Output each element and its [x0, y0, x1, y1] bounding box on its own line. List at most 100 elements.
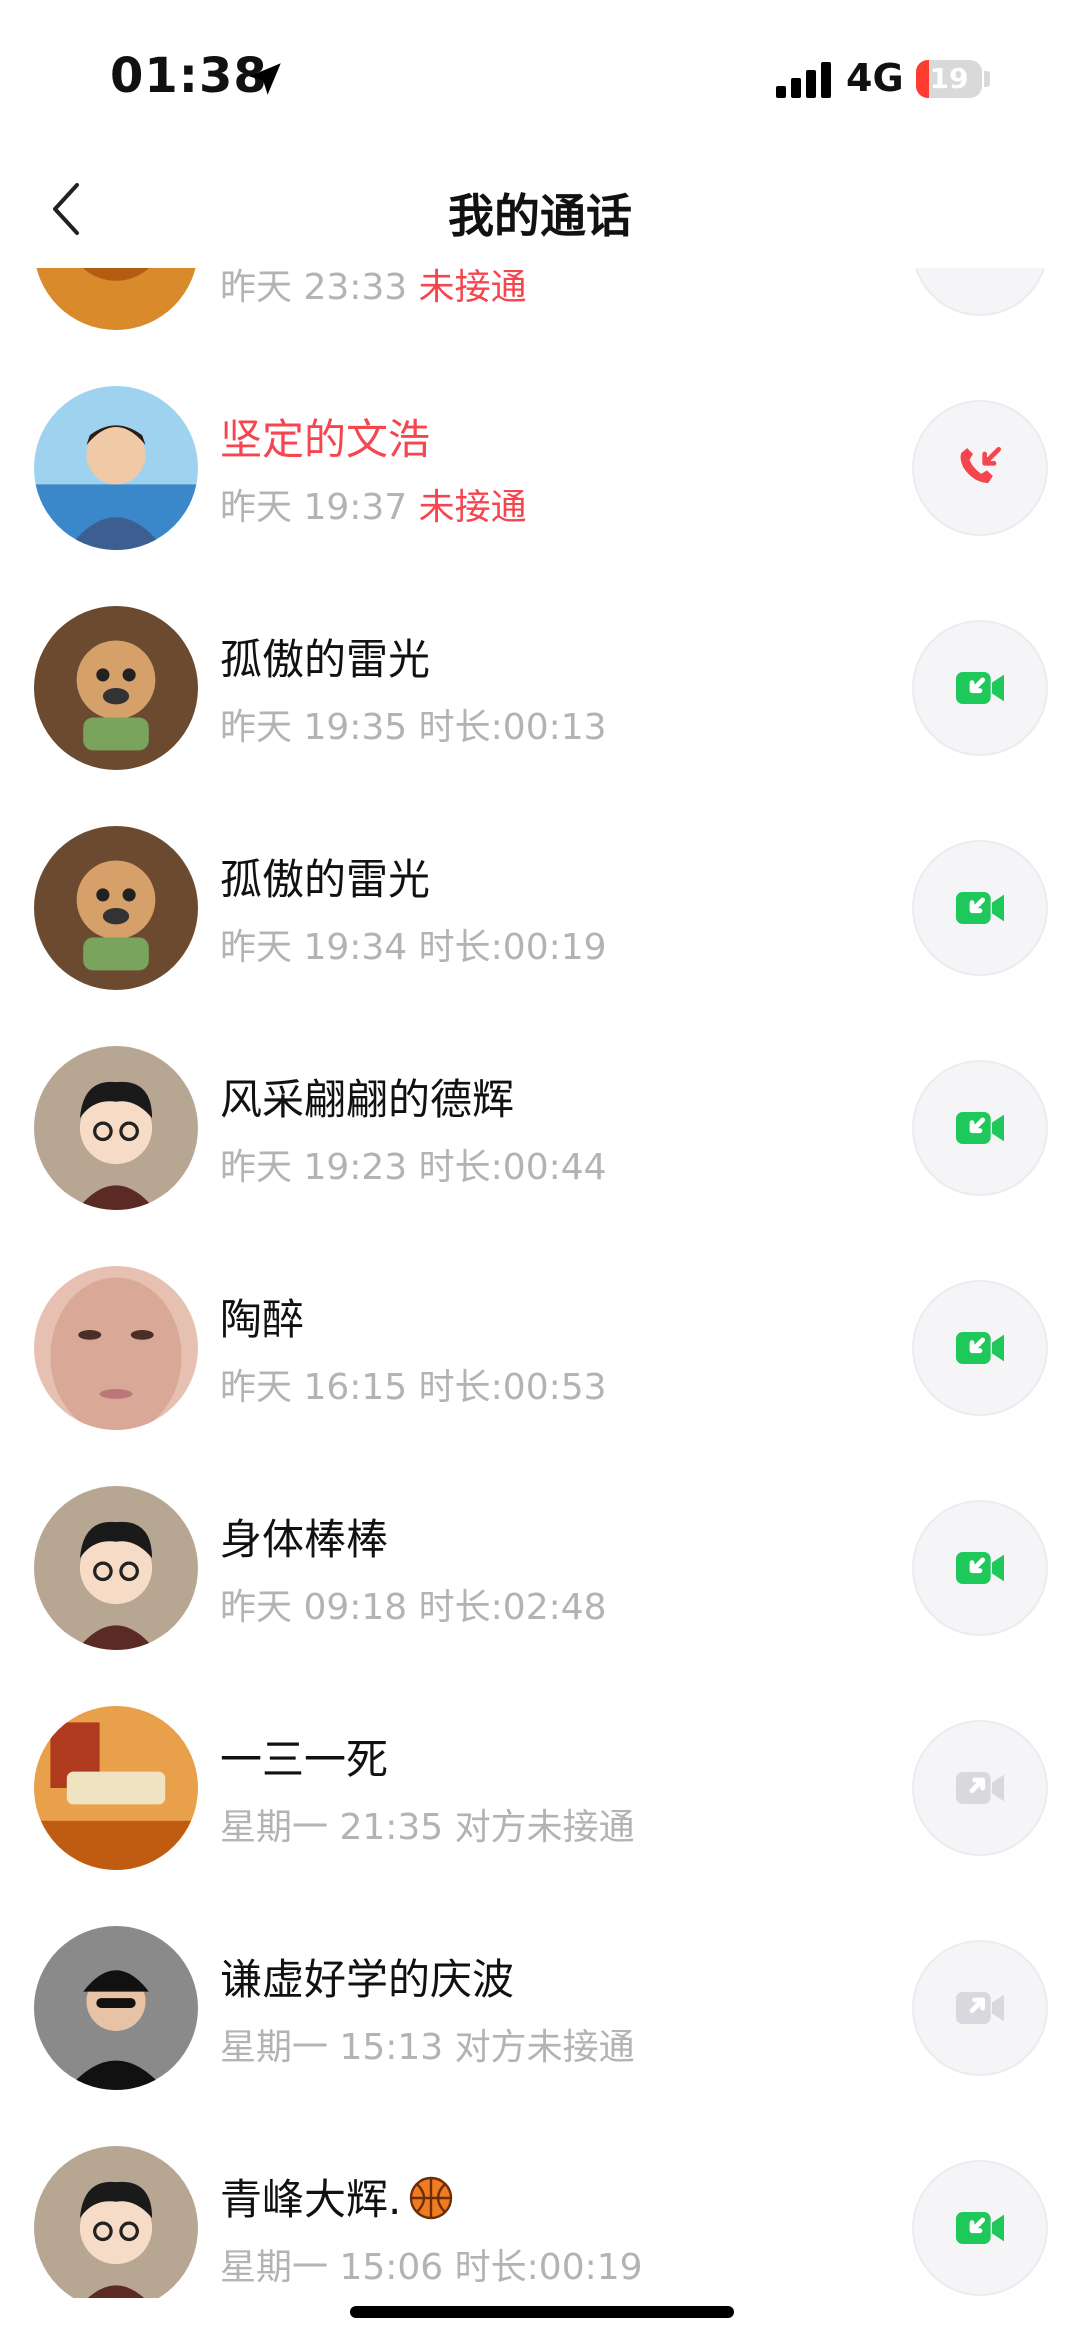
call-day: 昨天 — [220, 1367, 293, 1408]
avatar[interactable] — [34, 606, 198, 770]
contact-name: 孤傲的雷光 — [220, 855, 431, 904]
battery-charging-icon: 19 — [916, 60, 982, 98]
call-time: 09:18 — [303, 1587, 408, 1628]
avatar[interactable] — [34, 2146, 198, 2298]
call-day: 昨天 — [220, 487, 293, 528]
video-call-icon — [956, 672, 1004, 704]
call-status: 未接通 — [418, 487, 527, 528]
avatar[interactable] — [34, 1486, 198, 1650]
call-time: 21:35 — [339, 1807, 444, 1848]
contact-name: 坚定的文浩 — [220, 415, 431, 464]
call-day: 星期一 — [220, 2247, 329, 2288]
home-indicator — [350, 2306, 734, 2318]
contact-name: 风采翩翩的德辉 — [220, 1075, 515, 1124]
video-call-button[interactable] — [912, 620, 1048, 756]
call-row[interactable]: 风采翩翩的德辉昨天 19:23 时长:00:44 — [0, 1020, 1080, 1240]
contact-name: 孤傲的雷光 — [220, 635, 431, 684]
contact-name: 身体棒棒 — [220, 1515, 389, 1564]
call-day: 星期一 — [220, 2027, 329, 2068]
call-meta: 昨天 19:34 时长:00:19 — [220, 918, 607, 970]
avatar[interactable] — [34, 1266, 198, 1430]
video-call-icon — [956, 1772, 1004, 1804]
call-time: 19:35 — [303, 707, 408, 748]
call-status: 对方未接通 — [454, 1807, 635, 1848]
nav-header: 我的通话 — [0, 150, 1080, 268]
missed-call-icon — [960, 447, 1001, 484]
call-time: 19:23 — [303, 1147, 408, 1188]
contact-name: 青峰大辉. — [220, 2166, 455, 2227]
avatar[interactable] — [34, 1926, 198, 2090]
video-call-button[interactable] — [912, 1940, 1048, 2076]
contact-name: 谦虚好学的庆波 — [220, 1955, 515, 2004]
contact-name: 一三一死 — [220, 1735, 389, 1784]
call-status: 对方未接通 — [454, 2027, 635, 2068]
call-status: 时长:00:19 — [454, 2247, 643, 2288]
contact-name: 陶醉 — [220, 1295, 305, 1344]
call-status: 时长:00:19 — [418, 927, 607, 968]
network-label: 4G — [846, 56, 904, 100]
call-row[interactable]: 身体棒棒昨天 09:18 时长:02:48 — [0, 1460, 1080, 1680]
video-call-button[interactable] — [912, 1060, 1048, 1196]
call-day: 昨天 — [220, 707, 293, 748]
video-call-button[interactable] — [912, 840, 1048, 976]
call-status: 时长:00:13 — [418, 707, 607, 748]
call-day: 昨天 — [220, 1147, 293, 1188]
voice-call-button[interactable] — [912, 400, 1048, 536]
avatar[interactable] — [34, 1706, 198, 1870]
call-meta: 星期一 15:06 时长:00:19 — [220, 2238, 643, 2290]
call-meta: 昨天 19:35 时长:00:13 — [220, 698, 607, 750]
call-status: 时长:00:44 — [418, 1147, 607, 1188]
call-row[interactable]: 孤傲的雷光昨天 19:34 时长:00:19 — [0, 800, 1080, 1020]
page-title: 我的通话 — [448, 189, 632, 243]
call-meta: 昨天 16:15 时长:00:53 — [220, 1358, 607, 1410]
avatar[interactable] — [34, 386, 198, 550]
basketball-icon — [410, 2176, 453, 2220]
call-time: 23:33 — [303, 268, 408, 308]
video-call-icon — [956, 1552, 1004, 1584]
call-row[interactable]: 陶醉昨天 16:15 时长:00:53 — [0, 1240, 1080, 1460]
call-row[interactable]: 昨天 23:33 未接通 — [0, 268, 1080, 360]
video-call-button[interactable] — [912, 268, 1048, 316]
video-call-icon — [956, 1332, 1004, 1364]
avatar[interactable] — [34, 268, 198, 330]
video-call-button[interactable] — [912, 2160, 1048, 2296]
call-meta: 昨天 19:37 未接通 — [220, 478, 527, 530]
location-arrow-icon — [249, 63, 281, 95]
video-call-icon — [956, 892, 1004, 924]
call-meta: 昨天 19:23 时长:00:44 — [220, 1138, 607, 1190]
video-call-button[interactable] — [912, 1720, 1048, 1856]
battery-cap — [984, 71, 990, 87]
call-status: 时长:00:53 — [418, 1367, 607, 1408]
call-day: 星期一 — [220, 1807, 329, 1848]
call-meta: 星期一 21:35 对方未接通 — [220, 1798, 635, 1850]
status-bar: 01:38 4G 19 — [0, 0, 1080, 150]
call-row[interactable]: 坚定的文浩昨天 19:37 未接通 — [0, 360, 1080, 580]
call-time: 16:15 — [303, 1367, 408, 1408]
call-time: 19:34 — [303, 927, 408, 968]
video-call-button[interactable] — [912, 1280, 1048, 1416]
video-call-icon — [956, 2212, 1004, 2244]
video-call-icon — [956, 1992, 1004, 2024]
call-meta: 星期一 15:13 对方未接通 — [220, 2018, 635, 2070]
battery-percent: 19 — [929, 62, 969, 95]
call-time: 15:13 — [339, 2027, 444, 2068]
call-list[interactable]: 昨天 23:33 未接通 坚定的文浩 昨天 19:37 未接通 孤傲的雷光 昨天 19:… — [0, 268, 1080, 2298]
call-day: 昨天 — [220, 268, 293, 308]
avatar[interactable] — [34, 1046, 198, 1210]
video-call-icon — [956, 1112, 1004, 1144]
call-time: 15:06 — [339, 2247, 444, 2288]
call-day: 昨天 — [220, 1587, 293, 1628]
call-row[interactable]: 青峰大辉. 星期一 15:06 时长:00:19 — [0, 2120, 1080, 2298]
call-row[interactable]: 孤傲的雷光昨天 19:35 时长:00:13 — [0, 580, 1080, 800]
avatar[interactable] — [34, 826, 198, 990]
call-list-rows: 昨天 23:33 未接通 坚定的文浩 昨天 19:37 未接通 孤傲的雷光 昨天 19:… — [0, 268, 1080, 2298]
call-status: 时长:02:48 — [418, 1587, 607, 1628]
call-time: 19:37 — [303, 487, 408, 528]
video-call-button[interactable] — [912, 1500, 1048, 1636]
call-row[interactable]: 一三一死星期一 21:35 对方未接通 — [0, 1680, 1080, 1900]
call-status: 未接通 — [418, 268, 527, 308]
call-meta: 昨天 09:18 时长:02:48 — [220, 1578, 607, 1630]
call-row[interactable]: 谦虚好学的庆波星期一 15:13 对方未接通 — [0, 1900, 1080, 2120]
signal-bars-icon — [776, 62, 831, 98]
call-meta: 昨天 23:33 未接通 — [220, 268, 527, 310]
